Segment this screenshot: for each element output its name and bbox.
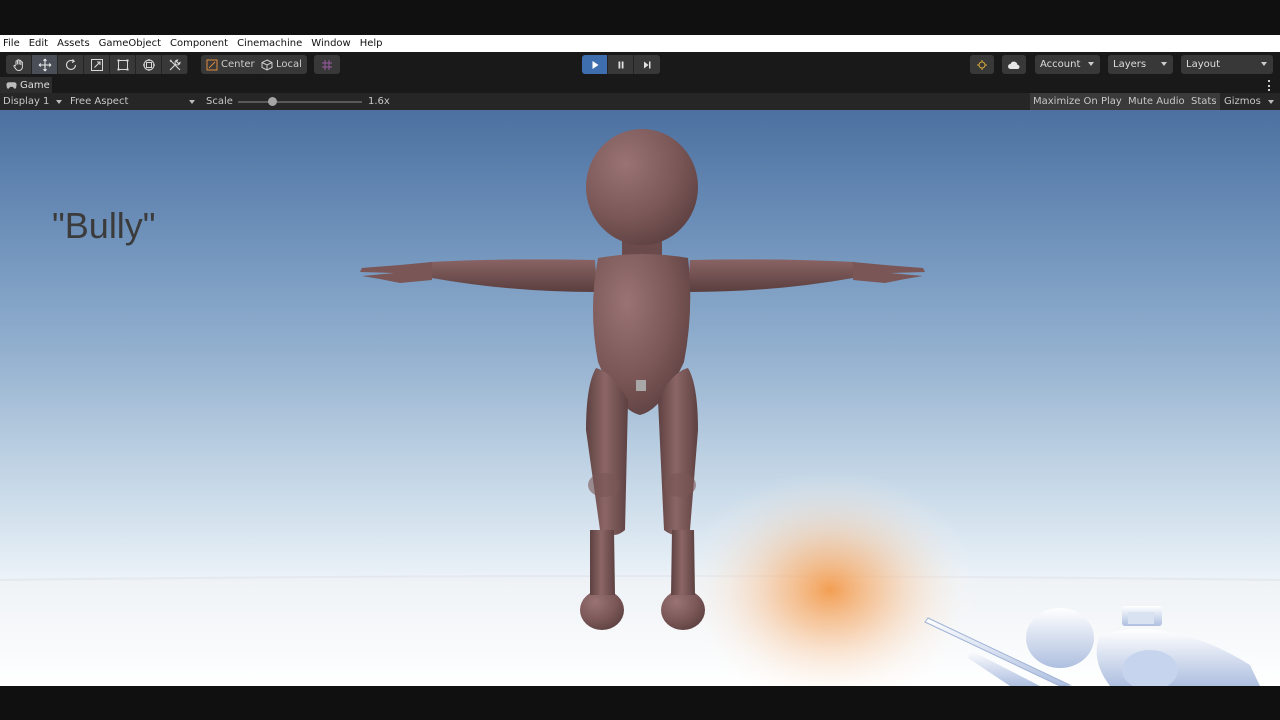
menu-help[interactable]: Help: [360, 35, 383, 52]
menu-cinemachine[interactable]: Cinemachine: [237, 35, 302, 52]
step-button[interactable]: [634, 55, 660, 74]
transform-tools-group: [6, 55, 188, 74]
scale-slider-track[interactable]: [238, 101, 362, 103]
unity-editor-window: File Edit Assets GameObject Component Ci…: [0, 0, 1280, 720]
hand-tool-icon: [12, 58, 23, 71]
tab-game-label: Game: [20, 79, 50, 91]
maximize-on-play-toggle[interactable]: Maximize On Play: [1030, 93, 1125, 110]
scale-tool-icon: [90, 58, 103, 71]
letterbox-bottom: [0, 686, 1280, 720]
panel-menu-icon[interactable]: [1268, 80, 1271, 91]
scale-tool-button[interactable]: [84, 55, 110, 74]
pause-button[interactable]: [608, 55, 634, 74]
grid-snap-icon: [322, 59, 332, 70]
rect-tool-icon: [117, 59, 128, 70]
pivot-rotation-button[interactable]: Local: [256, 55, 307, 74]
stats-toggle[interactable]: Stats: [1188, 93, 1220, 110]
step-icon: [644, 61, 651, 68]
pivot-rotation-label: Local: [276, 59, 302, 70]
menu-edit[interactable]: Edit: [29, 35, 48, 52]
letterbox-top: [0, 0, 1280, 35]
local-cube-icon: [261, 58, 273, 71]
play-controls: [582, 55, 660, 74]
bully-overlay-text: "Bully": [52, 205, 156, 246]
transform-tool-button[interactable]: [136, 55, 162, 74]
pivot-mode-button[interactable]: Center: [201, 55, 260, 74]
account-label: Account: [1040, 59, 1081, 70]
menu-window[interactable]: Window: [311, 35, 350, 52]
gamepad-icon: [6, 81, 17, 89]
tab-game[interactable]: Game: [0, 77, 52, 93]
menu-assets[interactable]: Assets: [57, 35, 90, 52]
chevron-down-icon: [1268, 100, 1274, 104]
grid-snap-button[interactable]: [314, 55, 340, 74]
cloud-button[interactable]: [1002, 55, 1026, 74]
scale-value: 1.6x: [368, 96, 390, 107]
menu-component[interactable]: Component: [170, 35, 228, 52]
game-view-bar: Display 1 Free Aspect Scale 1.6x Maximiz…: [0, 93, 1280, 110]
aspect-select[interactable]: Free Aspect: [70, 93, 128, 110]
move-tool-icon: [38, 58, 51, 71]
menu-bar: File Edit Assets GameObject Component Ci…: [0, 35, 1280, 52]
transform-tool-icon: [142, 58, 155, 71]
game-viewport[interactable]: "Bully": [0, 110, 1280, 686]
move-tool-button[interactable]: [32, 55, 58, 74]
layout-dropdown[interactable]: Layout: [1181, 55, 1273, 74]
scene-render: [0, 129, 1280, 686]
pivot-center-icon: [206, 59, 218, 70]
scale-label: Scale: [206, 96, 233, 107]
menu-file[interactable]: File: [3, 35, 20, 52]
chevron-down-icon: [56, 100, 62, 104]
main-toolbar: Center Local Account Layers Layout: [0, 52, 1280, 77]
collab-icon: [977, 59, 987, 70]
cloud-icon: [1008, 61, 1020, 69]
layers-dropdown[interactable]: Layers: [1108, 55, 1173, 74]
account-dropdown[interactable]: Account: [1035, 55, 1100, 74]
custom-tool-button[interactable]: [162, 55, 188, 74]
pause-icon: [618, 61, 623, 68]
hand-tool-button[interactable]: [6, 55, 32, 74]
mute-audio-toggle[interactable]: Mute Audio: [1125, 93, 1188, 110]
tab-row: Game: [0, 77, 1280, 93]
rotate-tool-icon: [65, 58, 76, 70]
rect-tool-button[interactable]: [110, 55, 136, 74]
display-select[interactable]: Display 1: [3, 93, 49, 110]
layers-label: Layers: [1113, 59, 1147, 70]
pivot-mode-label: Center: [221, 59, 255, 70]
custom-tool-icon: [169, 58, 181, 70]
layout-label: Layout: [1186, 59, 1220, 70]
scale-slider-thumb[interactable]: [268, 97, 277, 106]
collab-button[interactable]: [970, 55, 994, 74]
chevron-down-icon: [1261, 62, 1267, 66]
chevron-down-icon: [1161, 62, 1167, 66]
play-icon: [592, 60, 598, 69]
rotate-tool-button[interactable]: [58, 55, 84, 74]
chevron-down-icon: [189, 100, 195, 104]
play-button[interactable]: [582, 55, 608, 74]
gizmos-toggle[interactable]: Gizmos: [1224, 93, 1261, 110]
menu-gameobject[interactable]: GameObject: [99, 35, 161, 52]
chevron-down-icon: [1088, 62, 1094, 66]
